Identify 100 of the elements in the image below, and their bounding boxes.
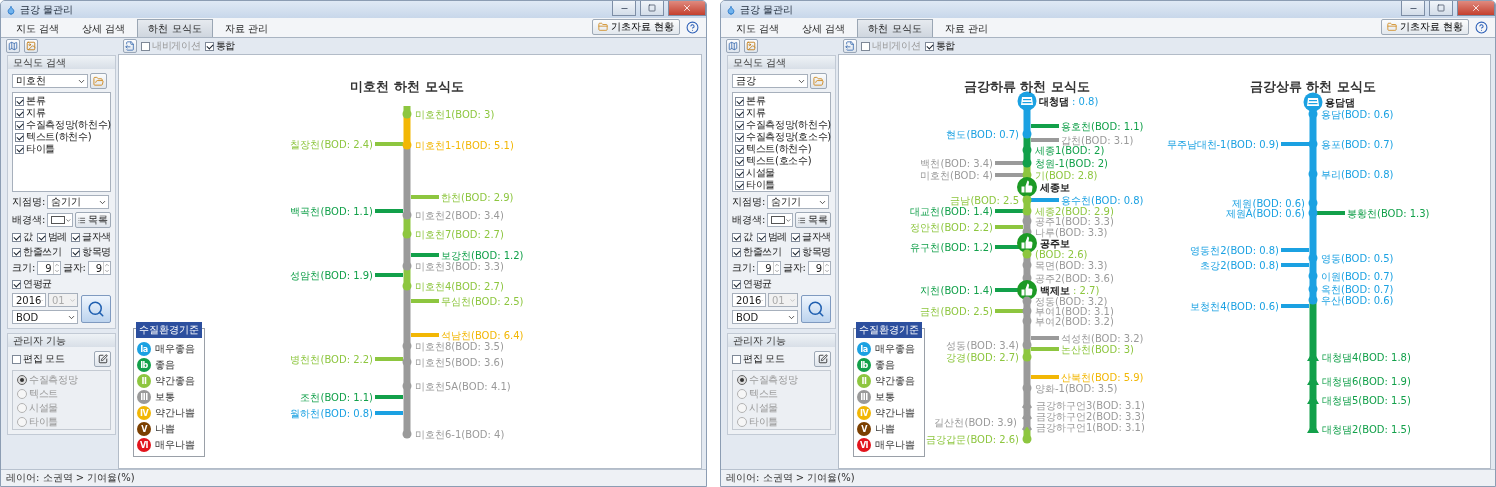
station-label: 공주2(BOD: 3.6) (1035, 272, 1114, 284)
checkbox[interactable]: 텍스트(호소수) (735, 155, 828, 167)
station-label: 양화-1(BOD: 3.5) (1035, 382, 1118, 394)
checkbox[interactable]: 타이틀 (735, 179, 828, 191)
checkbox[interactable]: 항목명 (70, 246, 111, 258)
tributary-label: 백천(BOD: 3.4) (920, 157, 993, 169)
year-dropdown[interactable]: 2016 (732, 293, 766, 307)
checkbox[interactable]: 연평균 (12, 278, 111, 290)
checkbox[interactable]: 연평균 (732, 278, 831, 290)
station-name-dropdown[interactable]: 숨기기 (767, 195, 830, 209)
grade-badge: V (857, 422, 871, 436)
tab[interactable]: 자료 관리 (933, 19, 999, 37)
size-spinner[interactable]: 9 (757, 261, 781, 275)
maximize-button[interactable] (1429, 1, 1453, 16)
tributary-label: 대교천(BOD: 1.4) (910, 205, 993, 217)
tab[interactable]: 하천 모식도 (137, 19, 213, 37)
tab[interactable]: 상세 검색 (791, 19, 857, 37)
station-label: 대청댐6(BOD: 1.9) (1322, 375, 1411, 387)
edit-button[interactable] (94, 351, 111, 367)
tab[interactable]: 자료 관리 (213, 19, 279, 37)
dam-label: 대청댐 (1039, 95, 1069, 107)
year-dropdown[interactable]: 2016 (12, 293, 46, 307)
folder-button[interactable] (90, 73, 107, 89)
info-button[interactable]: 기초자료 현황 (1380, 19, 1469, 35)
river-dropdown[interactable]: 미호천 (12, 74, 88, 88)
list-button[interactable]: 목록 (75, 212, 111, 228)
checkbox[interactable]: 타이틀 (15, 143, 108, 155)
checkbox[interactable]: 지류 (15, 107, 108, 119)
caret-icon (64, 216, 72, 224)
checkbox[interactable]: 텍스트(하천수) (15, 131, 108, 143)
help-button[interactable] (684, 19, 700, 35)
search-button[interactable] (81, 294, 111, 323)
picture-button[interactable] (24, 39, 38, 53)
checkbox[interactable]: 한줄쓰기 (732, 246, 782, 258)
edit-icon (97, 354, 108, 364)
station-label: 미호천8(BOD: 3.5) (415, 340, 504, 352)
font-spinner[interactable]: 9 (807, 261, 831, 275)
checkbox[interactable]: 본류 (735, 95, 828, 107)
checkbox[interactable]: 시설물 (735, 167, 828, 179)
picture-button[interactable] (744, 39, 758, 53)
help-button[interactable] (1473, 19, 1489, 35)
minimize-button[interactable] (1401, 1, 1425, 16)
station-label: 미호천5(BOD: 3.6) (415, 356, 504, 368)
checkbox[interactable]: 편집 모드 (732, 353, 785, 365)
map-button[interactable] (6, 39, 20, 53)
info-button[interactable]: 기초자료 현황 (591, 19, 680, 35)
checkbox[interactable]: 텍스트(하천수) (735, 143, 828, 155)
tab[interactable]: 상세 검색 (71, 19, 137, 37)
checkbox[interactable]: 항목명 (790, 246, 831, 258)
close-icon (1471, 3, 1481, 13)
tab[interactable]: 지도 검색 (725, 19, 791, 37)
tributary-label: 조천(BOD: 1.1) (300, 391, 373, 403)
checkbox[interactable]: 글자색 (70, 231, 111, 243)
close-button[interactable] (668, 1, 706, 16)
grade-badge: VI (137, 438, 151, 452)
station-name-dropdown[interactable]: 숨기기 (47, 195, 110, 209)
tab[interactable]: 하천 모식도 (857, 19, 933, 37)
parameter-dropdown[interactable]: BOD (732, 310, 798, 324)
checkbox[interactable]: 통합 (204, 40, 235, 52)
station-label: 미호천1-1(BOD: 5.1) (415, 139, 514, 151)
checkbox[interactable]: 편집 모드 (12, 353, 65, 365)
close-button[interactable] (1457, 1, 1495, 16)
search-button[interactable] (801, 294, 831, 323)
export-button[interactable] (123, 39, 137, 53)
list-button[interactable]: 목록 (795, 212, 831, 228)
station-label: 우산(BOD: 0.6) (1321, 294, 1394, 306)
maximize-button[interactable] (640, 1, 664, 16)
checkbox[interactable]: 통합 (924, 40, 955, 52)
edit-button[interactable] (814, 351, 831, 367)
checkbox[interactable]: 한줄쓰기 (12, 246, 62, 258)
export-button[interactable] (843, 39, 857, 53)
tab[interactable]: 지도 검색 (5, 19, 71, 37)
checkbox[interactable]: 범례 (36, 231, 67, 243)
checkbox[interactable]: 지류 (735, 107, 828, 119)
tributary-label: 정안천(BOD: 2.2) (910, 221, 993, 233)
checkbox[interactable]: 글자색 (790, 231, 831, 243)
checkbox[interactable]: 본류 (15, 95, 108, 107)
folder-button[interactable] (810, 73, 827, 89)
tributary-label: 무주남대천-1(BOD: 0.9) (1166, 138, 1279, 150)
font-spinner[interactable]: 9 (87, 261, 111, 275)
search-icon (807, 299, 825, 318)
minimize-button[interactable] (612, 1, 636, 16)
color-dropdown[interactable] (767, 213, 794, 227)
parameter-dropdown[interactable]: BOD (12, 310, 78, 324)
search-icon (87, 299, 105, 318)
color-dropdown[interactable] (47, 213, 74, 227)
reading-label: : 2.7) (1073, 284, 1100, 296)
checkbox[interactable]: 범례 (756, 231, 787, 243)
station-label: 세종2(BOD: 2.9) (1035, 205, 1114, 217)
grade-label: 나쁨 (155, 422, 175, 436)
help-icon (685, 20, 699, 34)
map-button[interactable] (726, 39, 740, 53)
checkbox[interactable]: 값 (12, 231, 33, 243)
size-spinner[interactable]: 9 (37, 261, 61, 275)
station-label: 청원-1(BOD: 2) (1035, 157, 1108, 169)
checkbox[interactable]: 값 (732, 231, 753, 243)
river-dropdown[interactable]: 금강 (732, 74, 808, 88)
water-drop-icon (6, 4, 16, 15)
station-label: (BOD: 2.6) (1035, 248, 1088, 260)
station-label: 영동(BOD: 0.5) (1321, 252, 1394, 264)
